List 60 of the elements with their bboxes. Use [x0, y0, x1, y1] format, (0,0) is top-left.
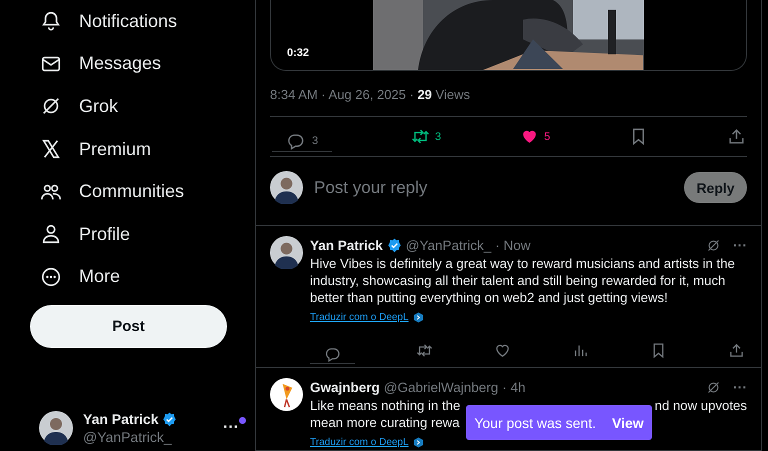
post-meta: 8:34 AM · Aug 26, 2025 · 29 Views: [270, 87, 747, 117]
like-action[interactable]: 5: [520, 127, 550, 146]
reply-action[interactable]: 3: [272, 122, 332, 152]
repost-icon: [416, 342, 433, 358]
person-icon: [40, 223, 62, 246]
avatar[interactable]: [270, 171, 303, 204]
account-name: Yan Patrick: [83, 411, 158, 427]
verified-badge-icon: [162, 412, 176, 426]
translate-link[interactable]: Traduzir com o DeepL: [310, 436, 409, 448]
author-name[interactable]: Yan Patrick: [310, 238, 383, 252]
more-button[interactable]: ···: [217, 419, 245, 437]
reply-text: Like means nothing in the: [310, 397, 460, 414]
reply-text: nd now upvotes: [654, 397, 747, 414]
repost-action[interactable]: [416, 342, 433, 358]
more-icon: [40, 266, 62, 288]
like-action[interactable]: [494, 342, 511, 358]
author-handle: @YanPatrick_: [406, 238, 492, 252]
verified-badge-icon: [386, 238, 402, 252]
avatar[interactable]: [270, 378, 303, 411]
avatar[interactable]: [39, 411, 73, 445]
nav-item[interactable]: Messages: [30, 42, 162, 86]
reply-text: Hive Vibes is definitely a great way to reward musicians and artists in the industry, showcasing all their talent and still being rewarded for it, much better than putting everything on web2 and just getting views!: [310, 255, 736, 306]
toast-message: Your post was sent.: [474, 414, 596, 430]
view-button[interactable]: View: [612, 414, 644, 430]
translate-icon: [412, 436, 424, 448]
speech-bubble-icon: [324, 346, 341, 363]
post-time: · Now: [495, 238, 531, 252]
x-mark-icon: [40, 138, 62, 160]
post-button[interactable]: Post: [30, 305, 227, 348]
reply-input[interactable]: Post your reply: [312, 176, 675, 198]
speech-bubble-icon: [286, 132, 305, 150]
more-button[interactable]: ···: [733, 379, 747, 395]
avatar[interactable]: [270, 236, 303, 269]
repost-action[interactable]: 3: [411, 127, 442, 146]
nav-item[interactable]: Notifications: [30, 0, 178, 43]
share-icon: [727, 127, 746, 146]
share-action[interactable]: [727, 127, 746, 146]
account-handle: @YanPatrick_: [83, 429, 173, 445]
reply-button[interactable]: Reply: [684, 172, 747, 203]
heart-icon: [494, 342, 511, 358]
slashed-circle-icon: [706, 238, 721, 252]
nav-item[interactable]: Grok: [30, 85, 118, 128]
reply-text: mean more curating rewa: [310, 414, 460, 431]
share-icon: [728, 342, 745, 358]
more-button[interactable]: ···: [733, 237, 747, 253]
nav-item[interactable]: More: [30, 256, 120, 298]
bell-icon: [40, 10, 62, 32]
repost-icon: [411, 127, 430, 146]
author-name[interactable]: Gwajnberg: [310, 380, 380, 394]
author-handle: @GabrielWajnberg: [384, 380, 498, 394]
nav-item[interactable]: Profile: [30, 212, 130, 256]
translate-icon: [412, 312, 424, 322]
share-action[interactable]: [728, 342, 745, 358]
video-player[interactable]: 0:32: [270, 0, 747, 71]
translate-link[interactable]: Traduzir com o DeepL: [310, 312, 409, 322]
slashed-circle-icon: [706, 380, 721, 394]
nav-item[interactable]: Premium: [30, 128, 152, 170]
nav-item[interactable]: Communities: [30, 170, 184, 213]
video-duration: 0:32: [287, 47, 310, 59]
post-time: · 4h: [502, 380, 526, 394]
